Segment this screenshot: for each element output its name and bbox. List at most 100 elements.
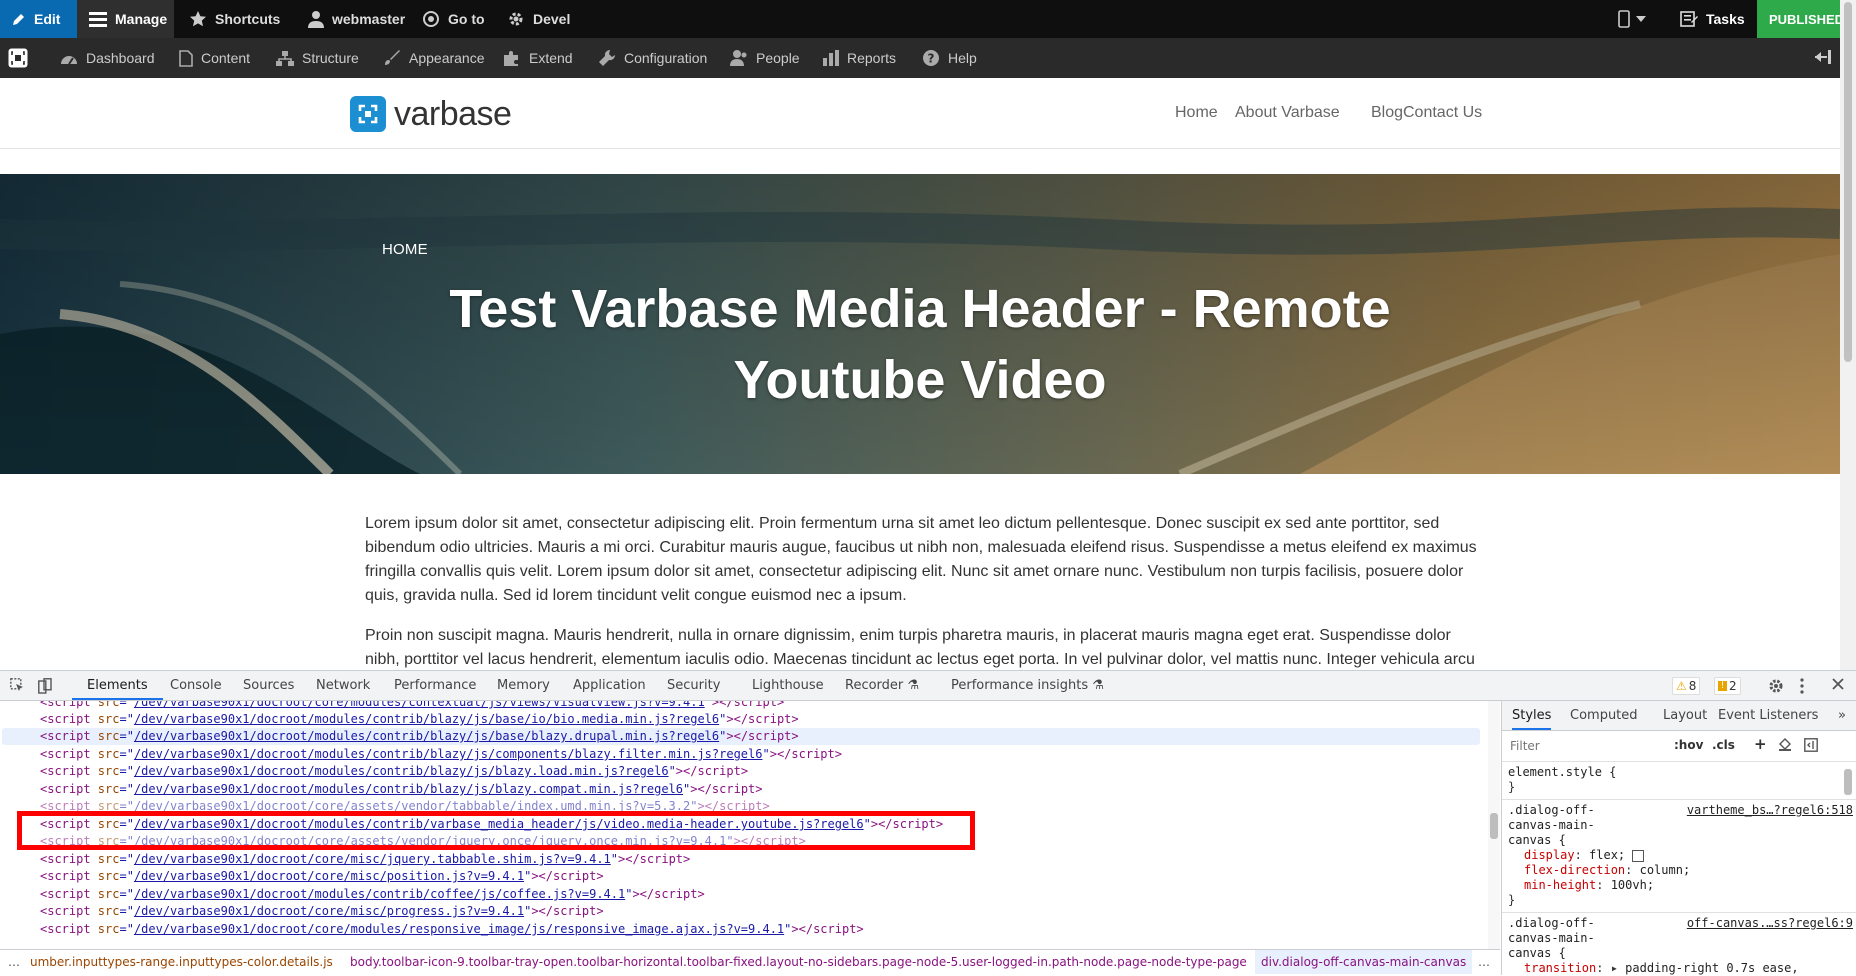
add-style-rule-icon[interactable]: + <box>1754 735 1767 753</box>
tab-network[interactable]: Network <box>316 671 370 700</box>
shortcuts-button[interactable]: Shortcuts <box>177 0 292 38</box>
star-icon <box>189 10 207 28</box>
more-options-icon[interactable] <box>1800 678 1804 698</box>
edit-button[interactable]: Edit <box>0 0 77 38</box>
tab-event-listeners[interactable]: Event Listeners <box>1718 701 1818 730</box>
dom-breadcrumb-item[interactable]: body.toolbar-icon-9.toolbar-tray-open.to… <box>350 950 1247 974</box>
main-menu-about[interactable]: About Varbase <box>1235 104 1340 122</box>
device-preview-button[interactable] <box>1618 0 1646 38</box>
tab-performance-insights[interactable]: Performance insights ⚗ <box>951 671 1104 700</box>
tasks-label: Tasks <box>1706 11 1745 27</box>
rule-source-link[interactable]: off-canvas.…ss?regel6:9 <box>1687 916 1853 931</box>
styles-scrollbar[interactable] <box>1842 759 1854 959</box>
pencil-icon <box>12 12 26 26</box>
main-menu-home[interactable]: Home <box>1175 104 1218 122</box>
tab-performance-insights-label: Performance insights <box>951 678 1089 693</box>
dom-node-script[interactable]: <script src="/dev/varbase90x1/docroot/co… <box>40 903 604 920</box>
tray-item-configuration[interactable]: Configuration <box>598 38 707 78</box>
warning-triangle-icon: ⚠ <box>1676 679 1687 693</box>
warnings-badge[interactable]: ⚠ 8 <box>1672 677 1701 695</box>
tray-item-help[interactable]: ? Help <box>922 38 977 78</box>
tab-layout[interactable]: Layout <box>1663 701 1707 730</box>
tasks-button[interactable]: Tasks <box>1680 0 1745 38</box>
class-toggle[interactable]: .cls <box>1712 738 1735 752</box>
tab-console[interactable]: Console <box>170 671 222 700</box>
dom-breadcrumb-item[interactable]: umber.inputtypes-range.inputtypes-color.… <box>30 950 333 974</box>
manage-button[interactable]: Manage <box>77 0 174 38</box>
tray-item-appearance[interactable]: Appearance <box>383 38 485 78</box>
more-tabs-chevron-icon[interactable]: » <box>1838 701 1846 730</box>
tray-item-structure[interactable]: Structure <box>276 38 359 78</box>
dom-node-script[interactable]: <script src="/dev/varbase90x1/docroot/co… <box>40 701 784 711</box>
goto-button[interactable]: Go to <box>410 0 497 38</box>
elements-scrollbar[interactable] <box>1488 701 1500 949</box>
breadcrumb-overflow-icon[interactable]: … <box>1478 950 1490 974</box>
tab-security[interactable]: Security <box>667 671 720 700</box>
css-declaration[interactable]: display: flex; <box>1508 848 1851 863</box>
tray-item-people[interactable]: People <box>730 38 800 78</box>
issues-badge[interactable]: ! 2 <box>1714 677 1741 695</box>
collapse-left-icon <box>1812 50 1832 64</box>
tray-item-dashboard[interactable]: Dashboard <box>60 38 155 78</box>
tab-recorder[interactable]: Recorder ⚗ <box>845 671 919 700</box>
tray-item-extend[interactable]: Extend <box>503 38 573 78</box>
dom-node-script[interactable]: <script src="/dev/varbase90x1/docroot/co… <box>40 921 864 938</box>
issue-flag-icon: ! <box>1718 681 1727 691</box>
tray-orientation-toggle[interactable] <box>1812 50 1832 64</box>
site-logo[interactable]: varbase <box>350 96 512 132</box>
tray-item-reports[interactable]: Reports <box>823 38 896 78</box>
toggle-sidebar-icon[interactable] <box>1804 738 1818 755</box>
styles-scrollbar-thumb[interactable] <box>1844 769 1852 795</box>
rule-element-style[interactable]: element.style { } <box>1502 762 1856 800</box>
dom-node-script[interactable]: <script src="/dev/varbase90x1/docroot/mo… <box>40 886 705 903</box>
page-scrollbar[interactable] <box>1840 0 1856 670</box>
css-declaration[interactable]: min-height: 100vh; <box>1508 878 1851 893</box>
breadcrumb-overflow-icon[interactable]: … <box>8 950 20 974</box>
paint-bucket-icon[interactable] <box>1778 738 1792 755</box>
tab-styles[interactable]: Styles <box>1512 701 1552 730</box>
coffee-icon <box>422 10 440 28</box>
user-menu-button[interactable]: webmaster <box>296 0 417 38</box>
css-declaration[interactable]: flex-direction: column; <box>1508 863 1851 878</box>
hover-state-toggle[interactable]: :hov <box>1674 738 1703 752</box>
tab-computed[interactable]: Computed <box>1570 701 1638 730</box>
dom-node-script[interactable]: <script src="/dev/varbase90x1/docroot/co… <box>40 851 690 868</box>
elements-scrollbar-thumb[interactable] <box>1490 813 1498 839</box>
tray-item-content[interactable]: Content <box>179 38 250 78</box>
css-declaration[interactable]: transition: ▸ padding-right 0.7s ease, p… <box>1508 961 1851 975</box>
dom-node-script[interactable]: <script src="/dev/varbase90x1/docroot/mo… <box>40 711 799 728</box>
rule-source-link[interactable]: vartheme_bs…?regel6:518 <box>1687 803 1853 818</box>
body-paragraph: Proin non suscipit magna. Mauris hendrer… <box>365 627 1475 668</box>
tab-lighthouse[interactable]: Lighthouse <box>752 671 824 700</box>
tray-item-label: Reports <box>847 50 897 66</box>
dom-node-script[interactable]: <script src="/dev/varbase90x1/docroot/mo… <box>40 746 842 763</box>
page-scrollbar-thumb[interactable] <box>1844 2 1852 362</box>
dom-node-script[interactable]: <script src="/dev/varbase90x1/docroot/co… <box>40 868 604 885</box>
inspect-element-icon[interactable] <box>10 678 24 696</box>
tab-application[interactable]: Application <box>573 671 646 700</box>
dom-node-script[interactable]: <script src="/dev/varbase90x1/docroot/mo… <box>40 781 763 798</box>
flexbox-editor-icon[interactable] <box>1632 849 1645 862</box>
dom-node-script-hovered[interactable]: <script src="/dev/varbase90x1/docroot/mo… <box>2 728 1480 745</box>
tab-memory[interactable]: Memory <box>497 671 550 700</box>
close-icon[interactable] <box>1832 678 1844 694</box>
svg-text:?: ? <box>928 52 935 66</box>
devel-button[interactable]: Devel <box>495 0 582 38</box>
rule-main-canvas-offcanvas[interactable]: .dialog-off-canvas-main-canvas { off-can… <box>1502 913 1856 975</box>
devtools-settings-icon[interactable] <box>1768 678 1784 698</box>
expand-triangle-icon[interactable]: ▸ <box>1611 961 1618 975</box>
main-menu-blog[interactable]: Blog <box>1371 104 1403 122</box>
dom-breadcrumb-item-selected[interactable]: div.dialog-off-canvas-main-canvas <box>1255 950 1473 974</box>
tab-elements[interactable]: Elements <box>72 671 163 700</box>
dom-node-script[interactable]: <script src="/dev/varbase90x1/docroot/mo… <box>40 763 748 780</box>
tab-sources[interactable]: Sources <box>243 671 294 700</box>
tab-performance[interactable]: Performance <box>394 671 476 700</box>
rule-main-canvas-theme[interactable]: .dialog-off-canvas-main-canvas { varthem… <box>1502 800 1856 913</box>
breadcrumb[interactable]: HOME <box>382 241 428 258</box>
drupal-admin-home-icon[interactable] <box>8 48 28 68</box>
main-menu-contact[interactable]: Contact Us <box>1403 104 1482 122</box>
body-paragraph: Lorem ipsum dolor sit amet, consectetur … <box>365 515 1477 604</box>
tray-item-label: Extend <box>529 50 573 66</box>
device-toolbar-icon[interactable] <box>38 678 52 698</box>
styles-filter-input[interactable] <box>1508 736 1662 756</box>
